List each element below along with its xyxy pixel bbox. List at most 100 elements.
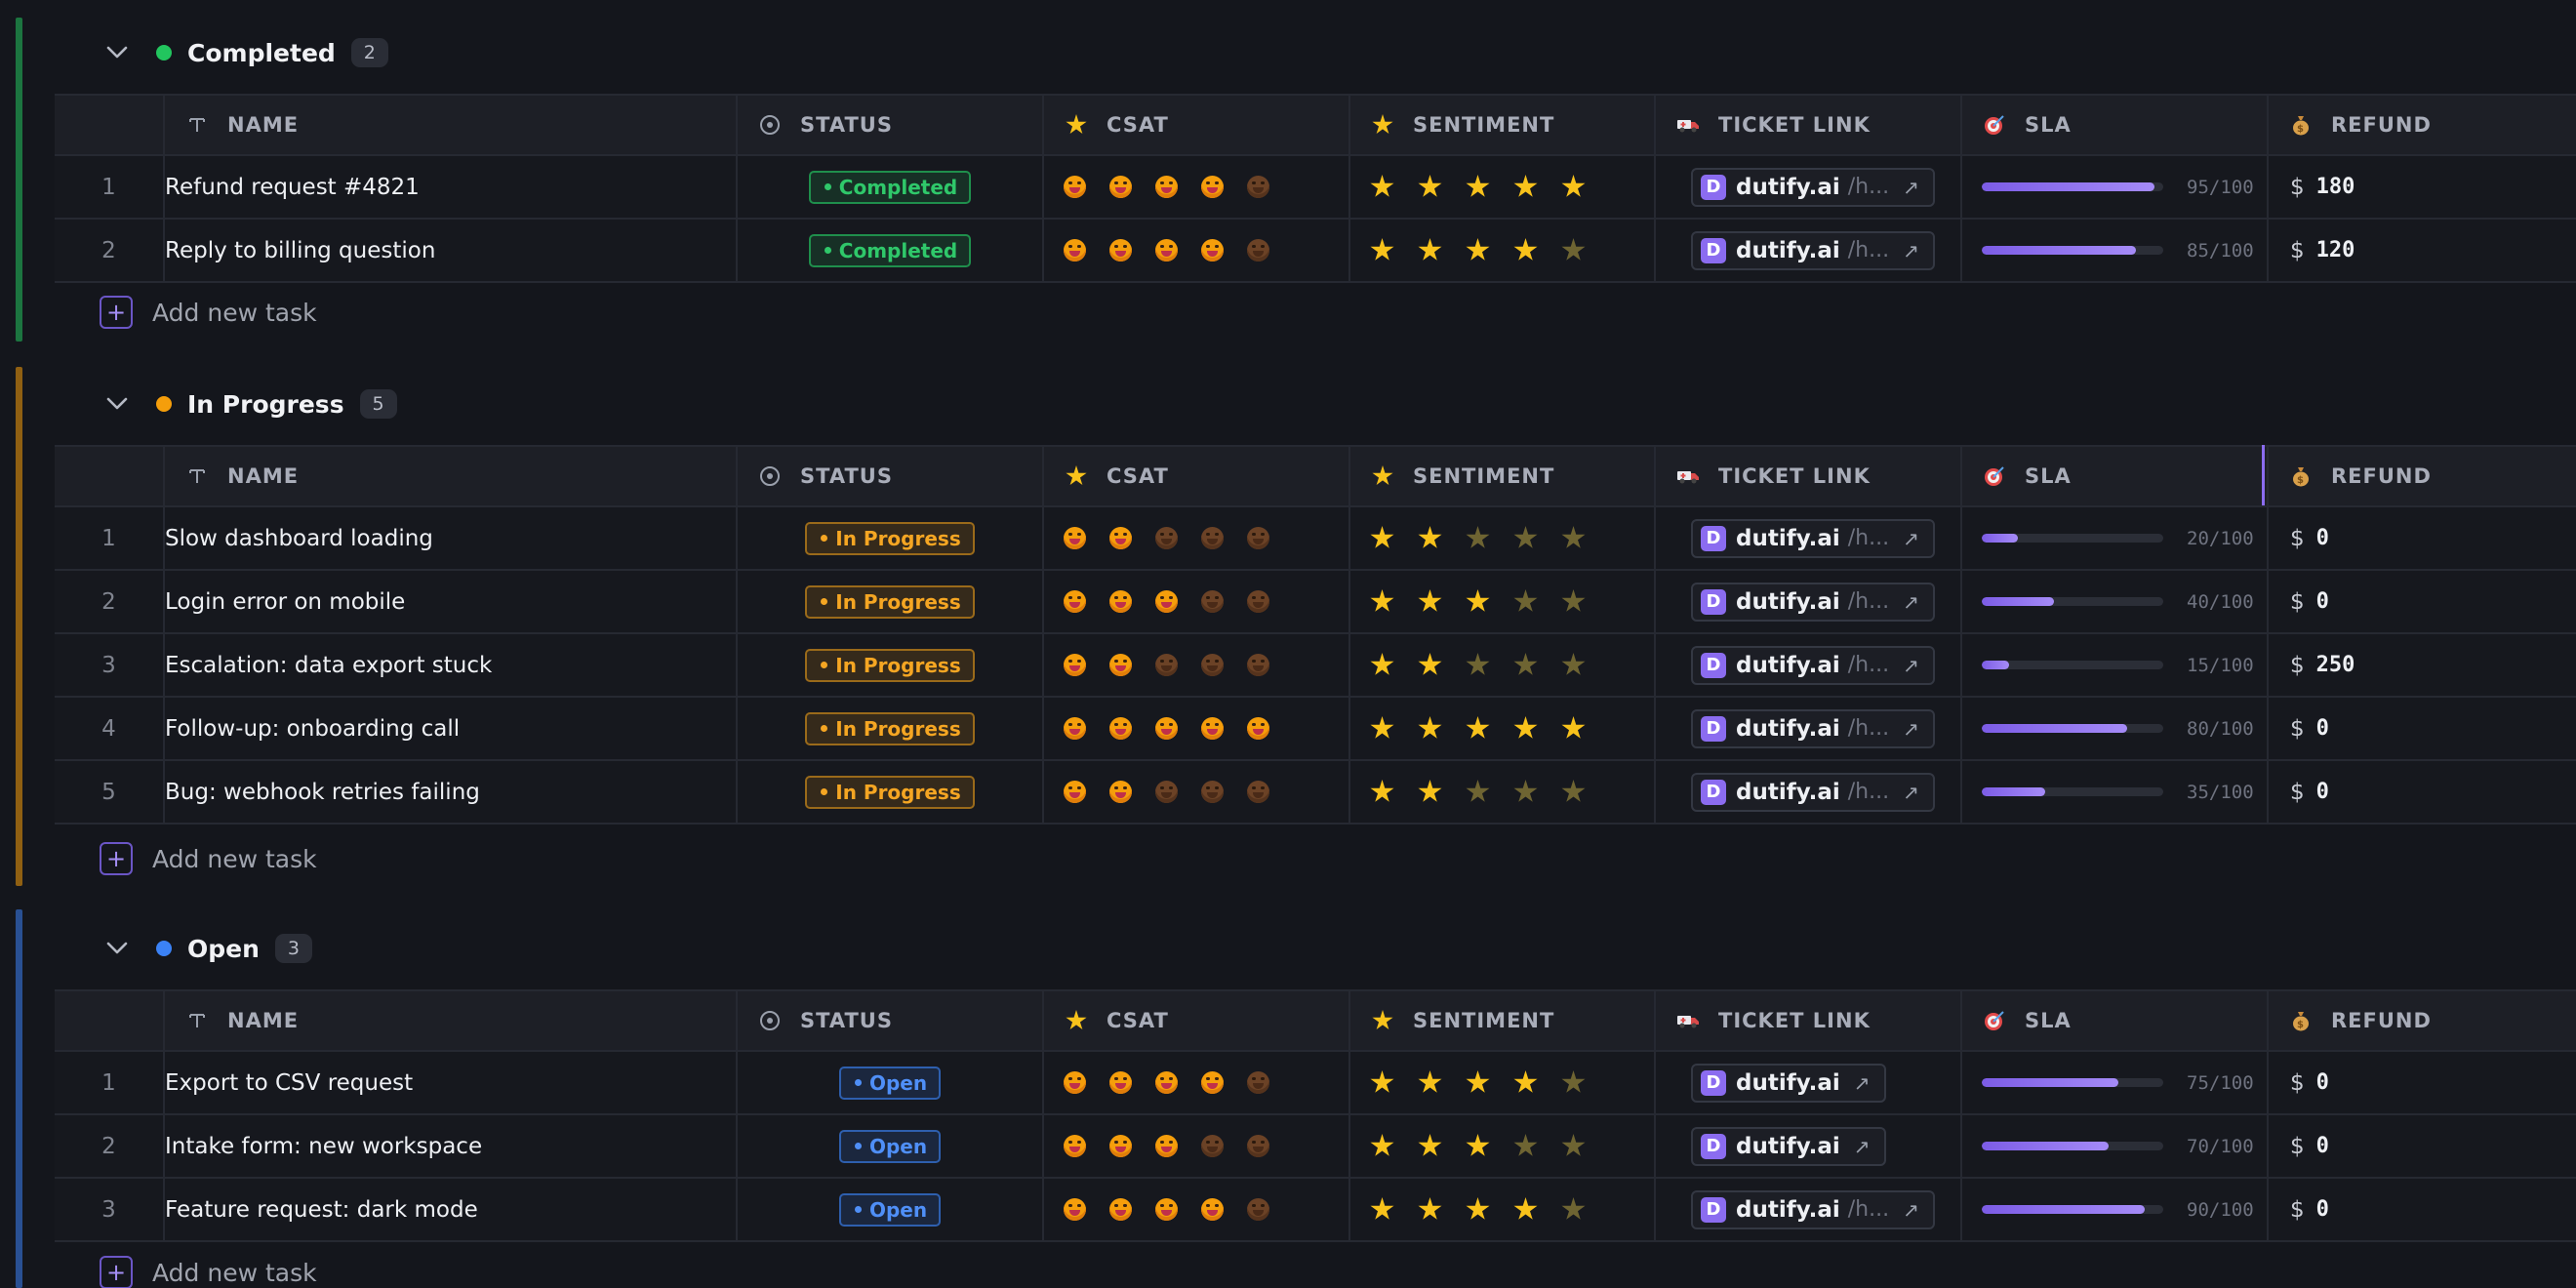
ticket-link-cell[interactable]: Ddutify.ai/h... ↗ — [1655, 760, 1962, 825]
face-icon[interactable] — [1155, 781, 1178, 803]
ticket-link-chip[interactable]: Ddutify.ai ↗ — [1691, 1126, 1886, 1166]
face-icon[interactable] — [1064, 654, 1086, 676]
star-icon[interactable] — [1466, 1197, 1490, 1220]
column-header-ticket-link[interactable]: TICKET LINK — [1655, 94, 1962, 156]
sentiment-cell[interactable] — [1349, 697, 1656, 761]
csat-cell[interactable] — [1043, 1114, 1350, 1179]
sentiment-cell[interactable] — [1349, 155, 1656, 220]
collapse-toggle[interactable] — [98, 33, 137, 72]
refund-cell[interactable]: $0 — [2268, 760, 2576, 825]
face-icon[interactable] — [1247, 176, 1269, 198]
face-icon[interactable] — [1247, 590, 1269, 613]
add-new-task-button[interactable]: + Add new task — [100, 839, 317, 878]
column-header-csat[interactable]: CSAT — [1043, 989, 1350, 1052]
ticket-link-chip[interactable]: Ddutify.ai/h... ↗ — [1691, 230, 1935, 270]
table-row[interactable]: 3 Feature request: dark mode Open Ddutify.a… — [55, 1178, 2576, 1242]
column-header-refund[interactable]: $ REFUND — [2268, 445, 2576, 507]
csat-cell[interactable] — [1043, 155, 1350, 220]
ticket-link-cell[interactable]: Ddutify.ai ↗ — [1655, 1114, 1962, 1179]
column-header-sentiment[interactable]: SENTIMENT — [1349, 989, 1656, 1052]
ticket-link-cell[interactable]: Ddutify.ai/h... ↗ — [1655, 506, 1962, 571]
column-header-name[interactable]: NAME — [164, 989, 738, 1052]
csat-cell[interactable] — [1043, 219, 1350, 283]
face-icon[interactable] — [1109, 1135, 1132, 1157]
ticket-link-chip[interactable]: Ddutify.ai/h... ↗ — [1691, 1189, 1935, 1229]
refund-cell[interactable]: $0 — [2268, 1114, 2576, 1179]
status-cell[interactable]: Open — [737, 1178, 1044, 1242]
table-row[interactable]: 1 Refund request #4821 Completed Ddutify.ai… — [55, 155, 2576, 220]
sla-cell[interactable]: 85/100 — [1961, 219, 2269, 283]
face-icon[interactable] — [1109, 781, 1132, 803]
star-icon[interactable] — [1418, 589, 1442, 612]
ticket-link-cell[interactable]: Ddutify.ai/h... ↗ — [1655, 155, 1962, 220]
ticket-link-chip[interactable]: Ddutify.ai/h... ↗ — [1691, 167, 1935, 207]
csat-cell[interactable] — [1043, 570, 1350, 634]
star-icon[interactable] — [1561, 526, 1586, 548]
column-resize-handle[interactable] — [2262, 445, 2265, 505]
column-header-refund[interactable]: $ REFUND — [2268, 989, 2576, 1052]
star-icon[interactable] — [1370, 716, 1394, 739]
ticket-link-cell[interactable]: Ddutify.ai ↗ — [1655, 1051, 1962, 1115]
task-name-cell[interactable]: Follow-up: onboarding call — [164, 697, 738, 761]
sla-cell[interactable]: 70/100 — [1961, 1114, 2269, 1179]
face-icon[interactable] — [1247, 717, 1269, 740]
star-icon[interactable] — [1418, 526, 1442, 548]
face-icon[interactable] — [1064, 1198, 1086, 1221]
star-icon[interactable] — [1513, 1134, 1538, 1156]
column-header-name[interactable]: NAME — [164, 445, 738, 507]
star-icon[interactable] — [1466, 653, 1490, 675]
column-header-csat[interactable]: CSAT — [1043, 445, 1350, 507]
star-icon[interactable] — [1418, 1197, 1442, 1220]
face-icon[interactable] — [1201, 1135, 1224, 1157]
face-icon[interactable] — [1109, 239, 1132, 262]
table-row[interactable]: 3 Escalation: data export stuck In Progres… — [55, 633, 2576, 698]
star-icon[interactable] — [1370, 526, 1394, 548]
face-icon[interactable] — [1064, 176, 1086, 198]
star-icon[interactable] — [1418, 716, 1442, 739]
csat-cell[interactable] — [1043, 697, 1350, 761]
star-icon[interactable] — [1561, 716, 1586, 739]
star-icon[interactable] — [1513, 780, 1538, 802]
face-icon[interactable] — [1155, 590, 1178, 613]
ticket-link-chip[interactable]: Ddutify.ai/h... ↗ — [1691, 772, 1935, 812]
face-icon[interactable] — [1155, 176, 1178, 198]
table-row[interactable]: 2 Reply to billing question Completed Dduti… — [55, 219, 2576, 283]
ticket-link-cell[interactable]: Ddutify.ai/h... ↗ — [1655, 697, 1962, 761]
star-icon[interactable] — [1418, 780, 1442, 802]
sentiment-cell[interactable] — [1349, 570, 1656, 634]
collapse-toggle[interactable] — [98, 384, 137, 423]
ticket-link-cell[interactable]: Ddutify.ai/h... ↗ — [1655, 1178, 1962, 1242]
csat-cell[interactable] — [1043, 633, 1350, 698]
face-icon[interactable] — [1201, 239, 1224, 262]
star-icon[interactable] — [1370, 238, 1394, 261]
face-icon[interactable] — [1247, 239, 1269, 262]
face-icon[interactable] — [1201, 176, 1224, 198]
face-icon[interactable] — [1064, 781, 1086, 803]
ticket-link-chip[interactable]: Ddutify.ai/h... ↗ — [1691, 645, 1935, 685]
face-icon[interactable] — [1201, 781, 1224, 803]
face-icon[interactable] — [1201, 1071, 1224, 1094]
sla-cell[interactable]: 75/100 — [1961, 1051, 2269, 1115]
task-name-cell[interactable]: Refund request #4821 — [164, 155, 738, 220]
face-icon[interactable] — [1064, 239, 1086, 262]
star-icon[interactable] — [1561, 653, 1586, 675]
star-icon[interactable] — [1370, 780, 1394, 802]
column-header-refund[interactable]: $ REFUND — [2268, 94, 2576, 156]
column-header-ticket-link[interactable]: TICKET LINK — [1655, 989, 1962, 1052]
column-header-name[interactable]: NAME — [164, 94, 738, 156]
sentiment-cell[interactable] — [1349, 760, 1656, 825]
status-cell[interactable]: In Progress — [737, 633, 1044, 698]
face-icon[interactable] — [1109, 1198, 1132, 1221]
ticket-link-cell[interactable]: Ddutify.ai/h... ↗ — [1655, 570, 1962, 634]
face-icon[interactable] — [1155, 239, 1178, 262]
status-cell[interactable]: In Progress — [737, 570, 1044, 634]
face-icon[interactable] — [1201, 527, 1224, 549]
status-cell[interactable]: In Progress — [737, 697, 1044, 761]
refund-cell[interactable]: $0 — [2268, 1051, 2576, 1115]
star-icon[interactable] — [1513, 716, 1538, 739]
table-row[interactable]: 4 Follow-up: onboarding call In Progress Dd… — [55, 697, 2576, 761]
face-icon[interactable] — [1109, 1071, 1132, 1094]
star-icon[interactable] — [1513, 1070, 1538, 1093]
star-icon[interactable] — [1466, 780, 1490, 802]
star-icon[interactable] — [1466, 716, 1490, 739]
